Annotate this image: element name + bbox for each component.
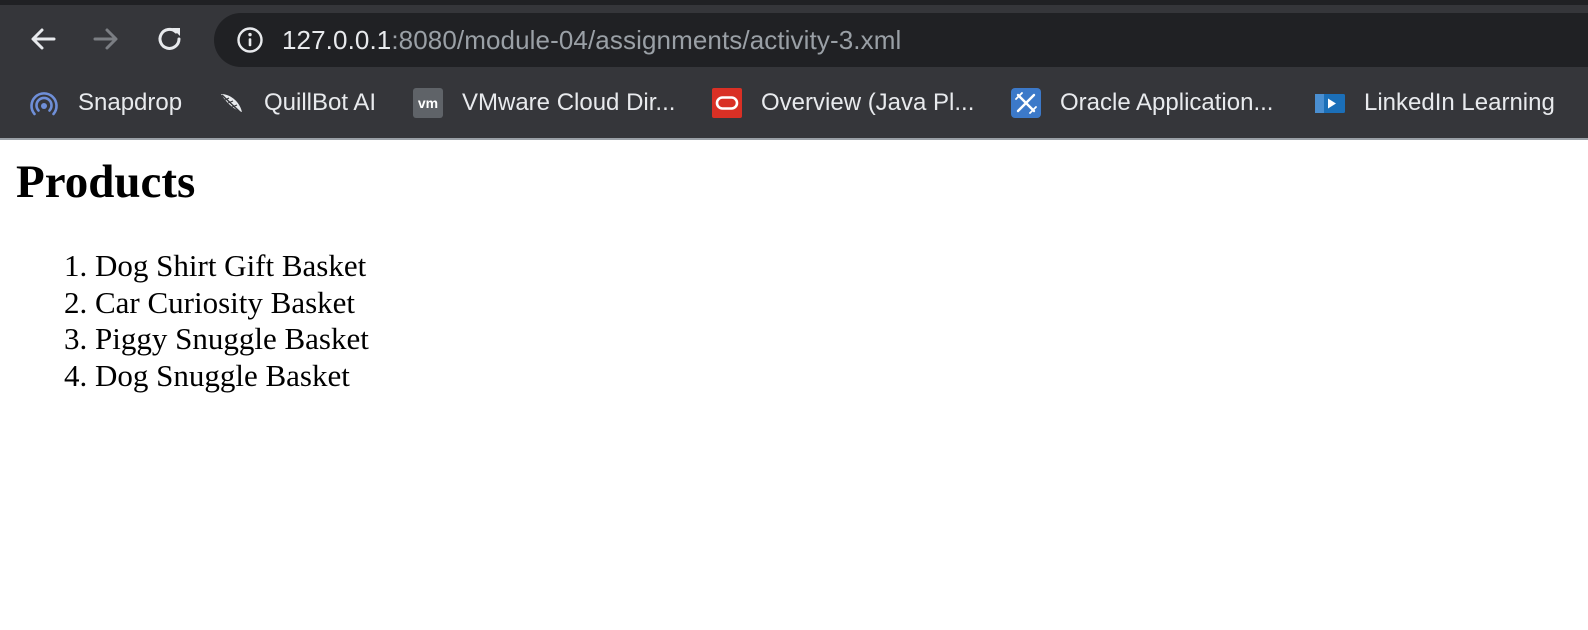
- address-bar[interactable]: 127.0.0.1:8080/module-04/assignments/act…: [214, 13, 1588, 67]
- bookmark-quillbot[interactable]: QuillBot AI: [214, 86, 376, 120]
- url-path: :8080/module-04/assignments/activity-3.x…: [391, 25, 902, 55]
- info-circle-icon[interactable]: [236, 26, 264, 54]
- bookmark-java-overview[interactable]: Overview (Java Pl...: [711, 86, 974, 120]
- list-item: Dog Shirt Gift Basket: [95, 248, 369, 285]
- arrow-left-icon: [31, 28, 56, 50]
- page-content: Products Dog Shirt Gift Basket Car Curio…: [0, 140, 1588, 630]
- reload-icon: [158, 27, 181, 50]
- svg-text:vm: vm: [418, 95, 438, 111]
- vmware-icon: vm: [412, 87, 444, 119]
- list-item: Dog Snuggle Basket: [95, 358, 369, 395]
- reload-button[interactable]: [150, 19, 190, 59]
- products-list: Dog Shirt Gift Basket Car Curiosity Bask…: [0, 248, 369, 394]
- url-text[interactable]: 127.0.0.1:8080/module-04/assignments/act…: [282, 13, 901, 67]
- bookmark-label: Oracle Application...: [1060, 89, 1274, 116]
- oracle-apex-icon: [1010, 87, 1042, 119]
- bookmark-vmware[interactable]: vm VMware Cloud Dir...: [412, 86, 675, 120]
- bookmark-label: Overview (Java Pl...: [761, 89, 975, 116]
- back-button[interactable]: [23, 19, 63, 59]
- bookmark-label: LinkedIn Learning: [1364, 89, 1555, 116]
- bookmarks-bar: Snapdrop QuillBot AI vm VMware Cloud Dir…: [0, 78, 1588, 128]
- linkedin-learning-icon: [1314, 87, 1346, 119]
- bookmark-label: Snapdrop: [78, 89, 183, 116]
- page-title: Products: [16, 156, 196, 208]
- bookmark-linkedin-learning[interactable]: LinkedIn Learning: [1314, 86, 1555, 120]
- bookmark-snapdrop[interactable]: Snapdrop: [28, 86, 182, 120]
- bookmark-oracle-application[interactable]: Oracle Application...: [1010, 86, 1273, 120]
- quill-feather-icon: [214, 87, 246, 119]
- bookmark-label: VMware Cloud Dir...: [462, 89, 676, 116]
- forward-button[interactable]: [86, 19, 126, 59]
- bookmark-label: QuillBot AI: [264, 89, 377, 116]
- browser-toolbar: 127.0.0.1:8080/module-04/assignments/act…: [0, 5, 1588, 75]
- url-host: 127.0.0.1: [282, 25, 392, 55]
- list-item: Car Curiosity Basket: [95, 285, 369, 322]
- list-item: Piggy Snuggle Basket: [95, 321, 369, 358]
- snapdrop-icon: [28, 87, 60, 119]
- browser-chrome: 127.0.0.1:8080/module-04/assignments/act…: [0, 0, 1588, 140]
- arrow-right-icon: [93, 28, 118, 50]
- oracle-icon: [711, 87, 743, 119]
